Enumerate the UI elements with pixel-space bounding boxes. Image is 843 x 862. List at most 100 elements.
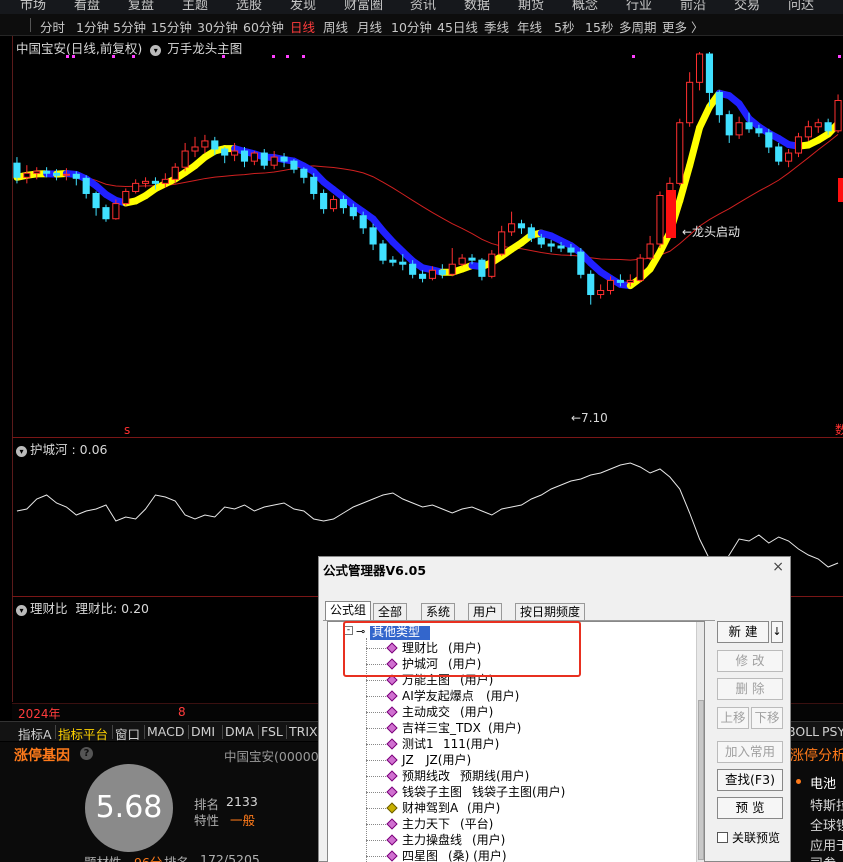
formula-name: 钱袋子主图: [402, 785, 463, 799]
indicator-tab[interactable]: PSY: [822, 724, 843, 739]
top-nav-item[interactable]: 资讯: [410, 0, 436, 13]
indicator-tab[interactable]: FSL: [261, 724, 283, 739]
tree-item[interactable]: 钱袋子主图 钱袋子主图(用户): [328, 784, 688, 800]
move-down-button[interactable]: 下移: [751, 707, 783, 729]
theme-score: 96分: [134, 852, 162, 862]
formula-tag: (用户): [488, 721, 522, 735]
tab-date-frequency[interactable]: 按日期频度: [515, 603, 586, 620]
candle-body: [834, 100, 842, 132]
period-tab[interactable]: 年线: [517, 17, 542, 36]
period-tab[interactable]: 月线: [357, 17, 382, 36]
period-tab[interactable]: 日线: [290, 17, 315, 36]
scroll-thumb[interactable]: [698, 700, 704, 860]
close-icon[interactable]: ×: [772, 559, 784, 575]
add-common-button[interactable]: 加入常用: [717, 741, 783, 763]
tab-formula-group[interactable]: 公式组: [325, 601, 372, 621]
period-tab[interactable]: 10分钟: [391, 17, 432, 36]
indicator-tab[interactable]: DMA: [225, 724, 254, 739]
period-tab[interactable]: 1分钟: [76, 17, 109, 36]
top-nav-item[interactable]: 选股: [236, 0, 262, 13]
period-tab[interactable]: 分时: [40, 17, 65, 36]
tree-item[interactable]: 主动成交 (用户): [328, 704, 688, 720]
top-nav-item[interactable]: 主题: [182, 0, 208, 13]
top-nav-item[interactable]: 市场: [20, 0, 46, 13]
indicator-tab[interactable]: TRIX: [289, 724, 318, 739]
candle-body: [191, 146, 199, 152]
tree-scrollbar[interactable]: [696, 622, 704, 862]
top-nav-item[interactable]: 前沿: [680, 0, 706, 13]
new-button[interactable]: 新 建: [717, 621, 769, 643]
indicator-tab[interactable]: 指标平台: [58, 724, 108, 743]
indicator-tab[interactable]: 窗口: [115, 724, 140, 743]
tree-item[interactable]: 吉祥三宝_TDX (用户): [328, 720, 688, 736]
period-tab[interactable]: 多周期: [619, 17, 657, 36]
tab-user[interactable]: 用户: [468, 603, 503, 620]
tree-item[interactable]: 测试1 111(用户): [328, 736, 688, 752]
period-tab[interactable]: 60分钟: [243, 17, 284, 36]
signal-dot: [72, 55, 75, 58]
period-tab[interactable]: 45日线: [437, 17, 478, 36]
modify-button[interactable]: 修 改: [717, 650, 783, 672]
checkbox-box[interactable]: [717, 832, 728, 843]
analysis-item[interactable]: 特斯拉: [810, 795, 843, 814]
tree-item[interactable]: 预期线改 预期线(用户): [328, 768, 688, 784]
tree-item[interactable]: 主力操盘线 (用户): [328, 832, 688, 848]
period-tab[interactable]: 季线: [484, 17, 509, 36]
tree-item[interactable]: JZ JZ(用户): [328, 752, 688, 768]
period-tab[interactable]: 周线: [323, 17, 348, 36]
tab-system[interactable]: 系统: [421, 603, 456, 620]
period-tab[interactable]: 5分钟: [113, 17, 146, 36]
period-tab[interactable]: 30分钟: [197, 17, 238, 36]
top-nav-item[interactable]: 问达: [788, 0, 814, 13]
preview-button[interactable]: 预 览: [717, 797, 783, 819]
candlestick-chart[interactable]: ←7.10 ←龙头启动 s 数: [12, 52, 843, 436]
formula-name: 主动成交: [402, 705, 451, 719]
help-icon[interactable]: ?: [80, 747, 93, 760]
top-nav-item[interactable]: 复盘: [128, 0, 154, 13]
indicator-tab[interactable]: DMI: [191, 724, 215, 739]
formula-tag: (用户): [467, 801, 501, 815]
candle-body: [636, 257, 644, 281]
zt-stock-name: 中国宝安(000009: [224, 749, 327, 764]
tree-item[interactable]: AI学友起爆点 (用户): [328, 688, 688, 704]
period-tab[interactable]: 更多 〉: [662, 17, 703, 36]
move-up-button[interactable]: 上移: [717, 707, 749, 729]
candle-body: [240, 150, 249, 162]
top-nav-item[interactable]: 交易: [734, 0, 760, 13]
formula-tag: (用户): [486, 689, 520, 703]
top-nav-item[interactable]: 行业: [626, 0, 652, 13]
find-button[interactable]: 查找(F3): [717, 769, 783, 791]
candle-body: [458, 257, 466, 265]
indicator-tab[interactable]: BOLL: [787, 724, 819, 739]
analysis-item[interactable]: 电池: [810, 773, 836, 792]
tab-separator: [112, 725, 113, 739]
tree-item[interactable]: 四星图 (桑) (用户): [328, 848, 688, 862]
indicator2-toggle-icon[interactable]: ▾: [16, 605, 27, 616]
new-dropdown-icon[interactable]: ↓: [771, 621, 783, 643]
candle-body: [725, 114, 733, 136]
zt-analysis-title[interactable]: 涨停分析: [790, 745, 843, 765]
analysis-item[interactable]: 司参: [810, 853, 836, 862]
delete-button[interactable]: 删 除: [717, 678, 783, 700]
top-nav-item[interactable]: 财富圈: [344, 0, 383, 13]
top-nav-item[interactable]: 发现: [290, 0, 316, 13]
candle-body: [379, 243, 387, 261]
tree-item[interactable]: 主力天下 (平台): [328, 816, 688, 832]
tab-all[interactable]: 全部: [373, 603, 408, 620]
indicator-tab[interactable]: MACD: [147, 724, 184, 739]
period-tab[interactable]: 15分钟: [151, 17, 192, 36]
top-nav-item[interactable]: 数据: [464, 0, 490, 13]
analysis-item[interactable]: 应用于: [810, 835, 843, 854]
indicator-tab[interactable]: 指标A: [18, 724, 52, 743]
period-tab[interactable]: 5秒: [554, 17, 574, 36]
top-nav-item[interactable]: 期货: [518, 0, 544, 13]
top-nav-item[interactable]: 看盘: [74, 0, 100, 13]
linked-preview-checkbox[interactable]: 关联预览: [717, 829, 780, 846]
formula-icon: [386, 722, 398, 734]
analysis-item[interactable]: 全球锂: [810, 815, 843, 834]
candle-body: [280, 156, 288, 162]
top-nav-item[interactable]: 概念: [572, 0, 598, 13]
tree-item[interactable]: 财神驾到A (用户): [328, 800, 688, 816]
period-bar: 分时 1分钟 5分钟 15分钟 30分钟 60分钟 日线 周线 月线 10分钟 45日线 季线 年线 5秒…: [0, 14, 843, 36]
period-tab[interactable]: 15秒: [585, 17, 613, 36]
